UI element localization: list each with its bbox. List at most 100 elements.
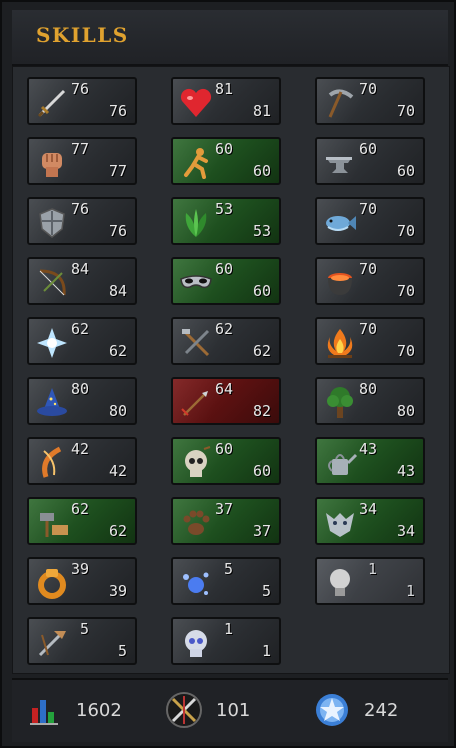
wizard-hat-icon (32, 383, 72, 423)
sword-icon (32, 83, 72, 123)
skill-tile-magic[interactable]: 80 80 (27, 377, 137, 425)
pickaxe-icon (320, 83, 360, 123)
skill-tile-invention[interactable]: 11 (315, 557, 425, 605)
ring-icon (32, 563, 72, 603)
skill-tile-summoning[interactable]: 34 34 (315, 497, 425, 545)
prayer-star-icon (32, 323, 72, 363)
skill-max-level: 1 (405, 582, 415, 600)
skill-tile-constitution[interactable]: 81 81 (171, 77, 281, 125)
mask-icon (176, 263, 216, 303)
skill-tile-runecrafting[interactable]: 42 42 (27, 437, 137, 485)
skill-level: 62 (70, 320, 89, 338)
skill-level: 37 (214, 500, 233, 518)
skill-level: 53 (214, 200, 233, 218)
total-level-stat[interactable]: 1602 (24, 690, 122, 730)
quest-star-icon (312, 690, 352, 730)
tree-icon (320, 383, 360, 423)
skill-tile-prayer[interactable]: 62 62 (27, 317, 137, 365)
skill-tile-ranged[interactable]: 84 84 (27, 257, 137, 305)
skill-max-level: 82 (252, 402, 271, 420)
rune-icon (32, 443, 72, 483)
skill-tile-slayer[interactable]: 60 60 (171, 437, 281, 485)
combat-level-value: 101 (216, 699, 251, 721)
skill-max-level: 70 (396, 222, 415, 240)
quest-points-stat[interactable]: 242 (312, 690, 398, 730)
paw-print-icon (176, 503, 216, 543)
skills-footer: 1602 101 242 (12, 678, 448, 742)
skill-level: 81 (214, 80, 233, 98)
skill-level: 80 (70, 380, 89, 398)
skill-level: 70 (358, 260, 377, 278)
running-man-icon (176, 143, 216, 183)
skill-max-level: 81 (252, 102, 271, 120)
skill-tile-necromancy[interactable]: 11 (171, 617, 281, 665)
skill-tile-dungeoneering[interactable]: 39 39 (27, 557, 137, 605)
skill-max-level: 5 (117, 642, 127, 660)
skill-max-level: 60 (252, 162, 271, 180)
skill-max-level: 1 (261, 642, 271, 660)
fist-icon (32, 143, 72, 183)
skill-tile-fletching[interactable]: 64 82 (171, 377, 281, 425)
herb-leaves-icon (176, 203, 216, 243)
skill-tile-herblore[interactable]: 53 53 (171, 197, 281, 245)
skill-tile-thieving[interactable]: 60 60 (171, 257, 281, 305)
skill-max-level: 77 (108, 162, 127, 180)
skill-tile-woodcutting[interactable]: 80 80 (315, 377, 425, 425)
panel-header: SKILLS (12, 10, 448, 66)
skill-tile-construction[interactable]: 62 62 (27, 497, 137, 545)
skill-level: 43 (358, 440, 377, 458)
skill-tile-strength[interactable]: 77 77 (27, 137, 137, 185)
skill-max-level: 37 (252, 522, 271, 540)
skill-level: 76 (70, 80, 89, 98)
skill-level: 70 (358, 200, 377, 218)
skill-tile-divination[interactable]: 55 (171, 557, 281, 605)
crossed-swords-icon (164, 690, 204, 730)
total-level-value: 1602 (76, 699, 122, 721)
bow-icon (32, 263, 72, 303)
skill-tile-smithing[interactable]: 60 60 (315, 137, 425, 185)
skill-max-level: 76 (108, 102, 127, 120)
combat-level-stat[interactable]: 101 (164, 690, 250, 730)
skill-tile-farming[interactable]: 43 43 (315, 437, 425, 485)
skill-max-level: 60 (252, 462, 271, 480)
skill-tile-attack[interactable]: 76 76 (27, 77, 137, 125)
skill-level: 62 (70, 500, 89, 518)
skill-max-level: 70 (396, 282, 415, 300)
skill-tile-hunter[interactable]: 37 37 (171, 497, 281, 545)
wolf-head-icon (320, 503, 360, 543)
skill-level: 5 (79, 620, 89, 638)
skull-icon (176, 443, 216, 483)
quest-points-value: 242 (364, 699, 399, 721)
arrows-icon (176, 383, 216, 423)
skill-tile-cooking[interactable]: 70 70 (315, 257, 425, 305)
bar-chart-icon (24, 690, 64, 730)
skill-max-level: 43 (396, 462, 415, 480)
skill-level: 77 (70, 140, 89, 158)
skill-level: 60 (214, 440, 233, 458)
skill-tile-mining[interactable]: 70 70 (315, 77, 425, 125)
skill-level: 76 (70, 200, 89, 218)
watering-can-icon (320, 443, 360, 483)
skill-max-level: 5 (261, 582, 271, 600)
energy-orbs-icon (176, 563, 216, 603)
skill-max-level: 62 (108, 522, 127, 540)
shield-icon (32, 203, 72, 243)
skill-level: 60 (214, 260, 233, 278)
skill-tile-firemaking[interactable]: 70 70 (315, 317, 425, 365)
skill-tile-fishing[interactable]: 70 70 (315, 197, 425, 245)
skill-tile-defence[interactable]: 76 76 (27, 197, 137, 245)
anvil-icon (320, 143, 360, 183)
skill-level: 1 (367, 560, 377, 578)
crafting-tools-icon (176, 323, 216, 363)
skill-max-level: 39 (108, 582, 127, 600)
skill-tile-agility[interactable]: 60 60 (171, 137, 281, 185)
skill-level: 60 (358, 140, 377, 158)
skill-tile-crafting[interactable]: 62 62 (171, 317, 281, 365)
skill-level: 5 (223, 560, 233, 578)
skill-level: 64 (214, 380, 233, 398)
skills-panel: SKILLS 76 76 81 81 70 70 77 77 60 60 60 60 76 76 53 53 7… (0, 0, 456, 748)
skill-tile-archaeology[interactable]: 55 (27, 617, 137, 665)
skill-max-level: 62 (108, 342, 127, 360)
campfire-icon (320, 323, 360, 363)
skill-level: 60 (214, 140, 233, 158)
